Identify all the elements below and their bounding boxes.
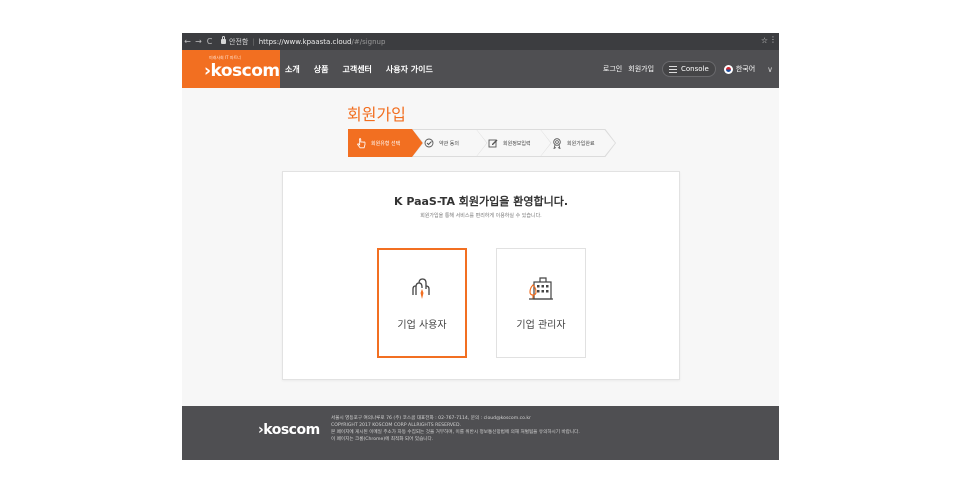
step-label: 회원가입완료 [567,140,595,147]
footer-logo: ›koscom [258,422,320,438]
step-member-info: 회원정보입력 [476,129,552,157]
welcome-heading: K PaaS-TA 회원가입을 환영합니다. [393,195,569,208]
member-type-card: K PaaS-TA 회원가입을 환영합니다. 회원가입을 통해 서비스를 편리하… [282,171,680,380]
step-label: 약관 동의 [439,140,459,147]
chevron-down-icon[interactable]: ∨ [767,65,773,74]
edit-icon [487,137,499,149]
award-icon [551,137,563,149]
users-icon [379,273,465,303]
step-complete: 회원가입완료 [540,129,616,157]
forward-icon[interactable]: → [193,37,204,46]
step-member-type: 회원유형 선택 [348,129,424,157]
corporate-admin-option[interactable]: 기업 관리자 [496,248,586,358]
browser-window: ← → C 안전함 | https://www.kpaasta.cloud/#/… [182,33,779,460]
bookmark-star-icon[interactable]: ☆ [761,36,768,45]
step-terms-agree: 약관 동의 [412,129,488,157]
logo-text: ›koscom [204,61,280,81]
pointer-hand-icon [355,137,367,149]
step-label: 회원정보입력 [503,140,531,147]
site-header: 미래사회 IT 파트너 ›koscom 소개 상품 고객센터 사용자 가이드 로… [182,50,779,88]
nav-item-products[interactable]: 상품 [314,64,329,75]
back-icon[interactable]: ← [182,37,193,46]
address-bar[interactable]: ← → C 안전함 | https://www.kpaasta.cloud/#/… [182,33,779,50]
header-utility: 로그인 회원가입 Console 한국어 ∨ [603,50,773,88]
footer-address: 서울시 영등포구 여의나루로 76 (주) 코스콤 대표전화 : 02-767-… [331,416,531,421]
url-host[interactable]: https://www.kpaasta.cloud [259,38,352,46]
url-divider: | [252,37,255,46]
corporate-user-option[interactable]: 기업 사용자 [377,248,467,358]
signup-steps: 회원유형 선택 약관 동의 회원정보입력 회원가입완료 [348,129,616,157]
building-icon [497,273,585,303]
login-link[interactable]: 로그인 [603,64,622,74]
site-footer: ›koscom 서울시 영등포구 여의나루로 76 (주) 코스콤 대표전화 :… [182,406,779,460]
step-label: 회원유형 선택 [371,140,401,147]
signup-link[interactable]: 회원가입 [628,64,654,74]
footer-copyright: COPYRIGHT 2017 KOSCOM CORP ALLRIGHTS RES… [331,423,461,428]
browser-menu-icon[interactable]: ⋮ [769,35,777,44]
footer-info: 서울시 영등포구 여의나루로 76 (주) 코스콤 대표전화 : 02-767-… [331,415,580,443]
main-nav: 소개 상품 고객센터 사용자 가이드 [285,50,447,88]
nav-item-support[interactable]: 고객센터 [342,64,371,75]
reload-icon[interactable]: C [204,37,215,46]
nav-item-about[interactable]: 소개 [285,64,300,75]
page-title: 회원가입 [347,105,406,124]
footer-email-notice: 본 페이지에 게시된 이메일 주소가 자동 수집되는 것을 거부하며, 이를 위… [331,430,580,435]
logo[interactable]: 미래사회 IT 파트너 ›koscom [182,50,280,88]
option-label: 기업 사용자 [397,320,447,331]
footer-browser-notice: 이 페이지는 크롬(Chrome)에 최적화 되어 있습니다. [331,437,434,442]
sliders-icon [669,65,678,73]
secure-label: 안전함 [229,37,249,46]
console-label: Console [681,65,709,73]
korea-flag-icon [723,64,733,74]
option-label: 기업 관리자 [516,320,566,331]
nav-item-user-guide[interactable]: 사용자 가이드 [386,64,433,75]
secure-indicator[interactable]: 안전함 [221,36,249,47]
language-label[interactable]: 한국어 [736,64,755,74]
console-button[interactable]: Console [662,61,716,77]
url-path[interactable]: /#/signup [351,38,385,46]
welcome-subtitle: 회원가입을 통해 서비스를 편리하게 이용하실 수 있습니다. [420,213,542,219]
lock-icon [221,36,226,44]
check-circle-icon [423,137,435,149]
